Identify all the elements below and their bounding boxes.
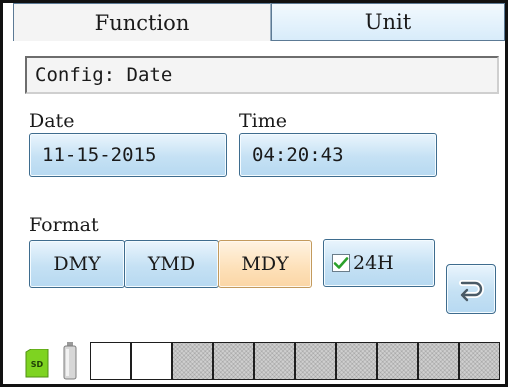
checkmark-icon [333,257,349,269]
time-field[interactable]: 04:20:43 [239,133,437,177]
date-value: 11-15-2015 [42,144,157,166]
tab-function-label: Function [94,10,190,35]
tab-unit-label: Unit [364,10,412,34]
time-value: 04:20:43 [252,144,344,166]
device-screen: Function Unit Config: Date Date 11-15-20… [0,0,508,387]
format-dmy-label: DMY [53,253,101,275]
config-field: Config: Date [25,56,499,94]
tab-divider [271,40,505,41]
tab-function[interactable]: Function [13,3,271,41]
storage-slot [295,342,336,380]
tab-unit[interactable]: Unit [271,3,505,41]
format-mdy-button[interactable]: MDY [218,240,312,288]
storage-slot [418,342,459,380]
status-bar: SD [3,333,505,384]
checkbox-icon [332,254,350,272]
back-return-icon [459,280,484,302]
date-label: Date [29,110,75,132]
storage-slot [172,342,213,380]
svg-text:SD: SD [31,360,44,369]
storage-slot [131,342,172,380]
time-label: Time [239,110,288,132]
hour24-toggle[interactable]: 24H [323,239,435,287]
storage-slot [377,342,418,380]
sd-card-icon: SD [25,349,49,378]
format-mdy-label: MDY [241,253,289,275]
config-label: Config: Date [35,64,173,86]
date-field[interactable]: 11-15-2015 [29,133,227,177]
format-ymd-button[interactable]: YMD [124,240,219,288]
hour24-label: 24H [353,252,394,274]
storage-slot [459,342,500,380]
battery-icon [63,342,77,380]
back-button[interactable] [446,264,496,314]
storage-slot [336,342,377,380]
format-ymd-label: YMD [147,253,196,275]
storage-slot [254,342,295,380]
format-label: Format [29,214,99,236]
format-dmy-button[interactable]: DMY [29,240,125,288]
storage-slot [90,342,131,380]
storage-slot [213,342,254,380]
